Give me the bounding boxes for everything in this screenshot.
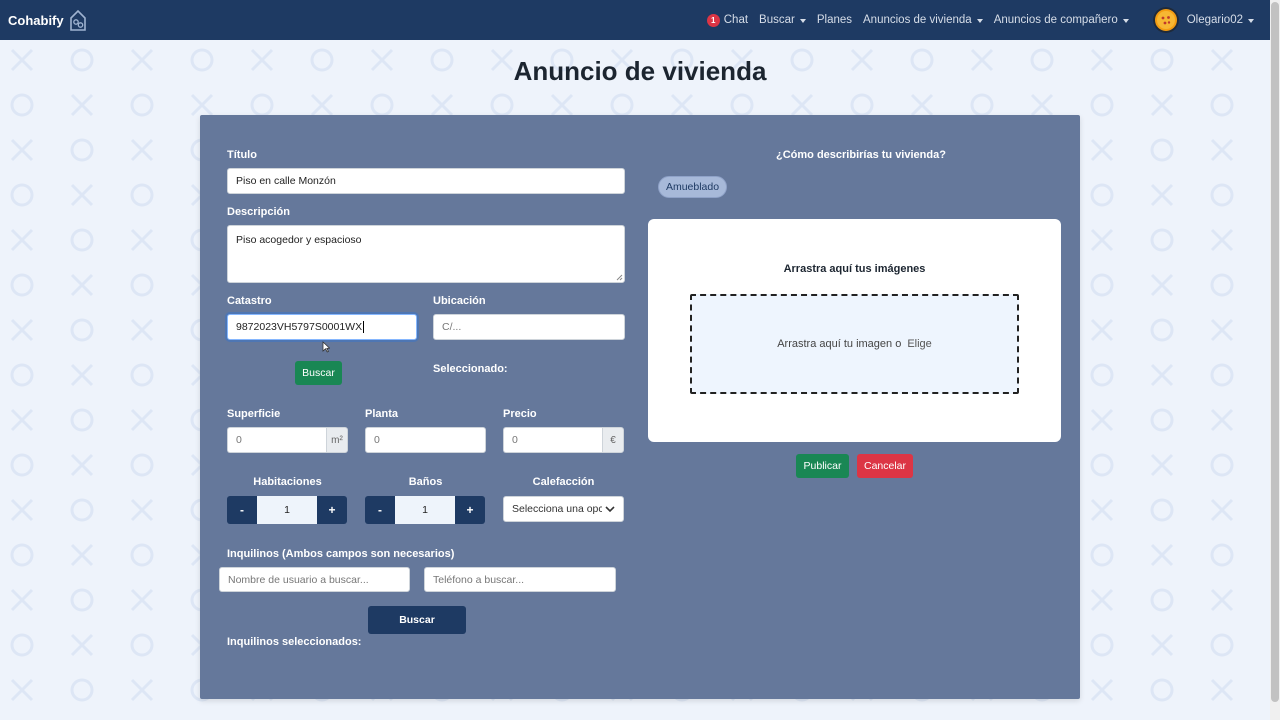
nav-chat-label: Chat bbox=[723, 14, 749, 26]
descripcion-label: Descripción bbox=[227, 206, 290, 218]
nav-planes-label: Planes bbox=[816, 14, 853, 26]
scrollbar-thumb[interactable] bbox=[1271, 2, 1279, 702]
choose-file-link[interactable]: Elige bbox=[907, 338, 931, 350]
mouse-cursor-icon bbox=[322, 341, 330, 353]
precio-input-group: 0 € bbox=[503, 427, 624, 453]
superficie-input-group: 0 m² bbox=[227, 427, 348, 453]
nav-anuncios-vivienda-dropdown[interactable]: Anuncios de vivienda bbox=[863, 14, 983, 26]
drop-text: Arrastra aquí tu imagen o bbox=[777, 338, 902, 350]
ubicacion-label: Ubicación bbox=[433, 295, 486, 307]
nav-anuncios-companero-dropdown[interactable]: Anuncios de compañero bbox=[994, 14, 1129, 26]
nav-anuncios-vivienda-label: Anuncios de vivienda bbox=[863, 14, 972, 26]
describe-question: ¿Cómo describirías tu vivienda? bbox=[776, 149, 946, 161]
inquilinos-buscar-button[interactable]: Buscar bbox=[368, 606, 466, 634]
inquilinos-label: Inquilinos (Ambos campos son necesarios) bbox=[227, 548, 455, 560]
publicar-button[interactable]: Publicar bbox=[796, 454, 849, 478]
nav-buscar-dropdown[interactable]: Buscar bbox=[759, 14, 806, 26]
titulo-label: Título bbox=[227, 149, 257, 161]
banos-stepper: - 1 + bbox=[365, 496, 485, 524]
superficie-label: Superficie bbox=[227, 408, 281, 420]
banos-value[interactable]: 1 bbox=[395, 496, 455, 524]
banos-label: Baños bbox=[408, 476, 443, 488]
ubicacion-input[interactable]: C/... bbox=[433, 314, 625, 340]
nav-anuncios-companero-label: Anuncios de compañero bbox=[993, 14, 1118, 26]
calefaccion-selected: Selecciona una opción bbox=[512, 503, 602, 515]
descripcion-text: Piso acogedor y espacioso bbox=[236, 234, 362, 246]
planta-label: Planta bbox=[365, 408, 399, 420]
brand-name[interactable]: Cohabify bbox=[8, 13, 64, 28]
banos-increment-button[interactable]: + bbox=[455, 496, 485, 524]
catastro-value: 9872023VH5797S0001WX bbox=[236, 321, 363, 333]
nav-buscar-label: Buscar bbox=[759, 14, 795, 26]
house-logo-icon bbox=[69, 9, 86, 31]
planta-input[interactable]: 0 bbox=[365, 427, 486, 453]
titulo-input[interactable]: Piso en calle Monzón bbox=[227, 168, 625, 194]
calefaccion-select[interactable]: Selecciona una opción bbox=[503, 496, 624, 522]
page-title: Anuncio de vivienda bbox=[513, 56, 767, 86]
precio-unit: € bbox=[602, 427, 624, 453]
caret-down-icon bbox=[799, 18, 806, 23]
inquilinos-seleccionados-label: Inquilinos seleccionados: bbox=[227, 636, 362, 648]
username-label: Olegario02 bbox=[1186, 14, 1243, 26]
drop-title: Arrastra aquí tus imágenes bbox=[783, 263, 926, 275]
habitaciones-stepper: - 1 + bbox=[227, 496, 347, 524]
nav-planes[interactable]: Planes bbox=[817, 14, 852, 26]
chat-badge: 1 bbox=[706, 13, 720, 27]
superficie-input[interactable]: 0 bbox=[227, 427, 326, 453]
resize-grip-icon[interactable] bbox=[616, 274, 623, 281]
image-upload-panel: Arrastra aquí tus imágenes Arrastra aquí… bbox=[648, 219, 1061, 442]
descripcion-textarea[interactable]: Piso acogedor y espacioso bbox=[227, 225, 625, 283]
user-avatar[interactable] bbox=[1152, 7, 1179, 33]
listing-form-card: Título Piso en calle Monzón Descripción … bbox=[200, 115, 1080, 699]
habitaciones-increment-button[interactable]: + bbox=[317, 496, 347, 524]
text-caret bbox=[363, 321, 365, 333]
brand[interactable]: Cohabify bbox=[8, 8, 88, 32]
catastro-label: Catastro bbox=[227, 295, 272, 307]
caret-down-icon bbox=[1248, 18, 1254, 23]
user-menu-dropdown[interactable]: Olegario02 bbox=[1187, 14, 1254, 26]
caret-down-icon bbox=[1122, 18, 1129, 23]
seleccionado-label: Seleccionado: bbox=[433, 363, 508, 375]
telefono-search-input[interactable]: Teléfono a buscar... bbox=[424, 567, 616, 592]
superficie-unit: m² bbox=[326, 427, 348, 453]
precio-label: Precio bbox=[503, 408, 537, 420]
nav-chat[interactable]: 1 Chat bbox=[706, 13, 749, 27]
habitaciones-label: Habitaciones bbox=[253, 476, 322, 488]
cancelar-button[interactable]: Cancelar bbox=[857, 454, 913, 478]
caret-down-icon bbox=[976, 18, 983, 23]
catastro-input[interactable]: 9872023VH5797S0001WX bbox=[227, 314, 417, 340]
habitaciones-value[interactable]: 1 bbox=[257, 496, 317, 524]
image-drop-zone[interactable]: Arrastra aquí tu imagen o Elige bbox=[690, 294, 1019, 394]
usuario-search-input[interactable]: Nombre de usuario a buscar... bbox=[219, 567, 410, 592]
calefaccion-label: Calefacción bbox=[532, 476, 595, 488]
page-scrollbar[interactable] bbox=[1270, 0, 1280, 720]
catastro-buscar-button[interactable]: Buscar bbox=[295, 361, 342, 385]
habitaciones-decrement-button[interactable]: - bbox=[227, 496, 257, 524]
banos-decrement-button[interactable]: - bbox=[365, 496, 395, 524]
precio-input[interactable]: 0 bbox=[503, 427, 602, 453]
top-navbar: Cohabify 1 Chat Buscar Planes Anuncios d… bbox=[0, 0, 1270, 40]
chevron-down-icon bbox=[605, 506, 615, 513]
tag-amueblado[interactable]: Amueblado bbox=[658, 176, 727, 198]
